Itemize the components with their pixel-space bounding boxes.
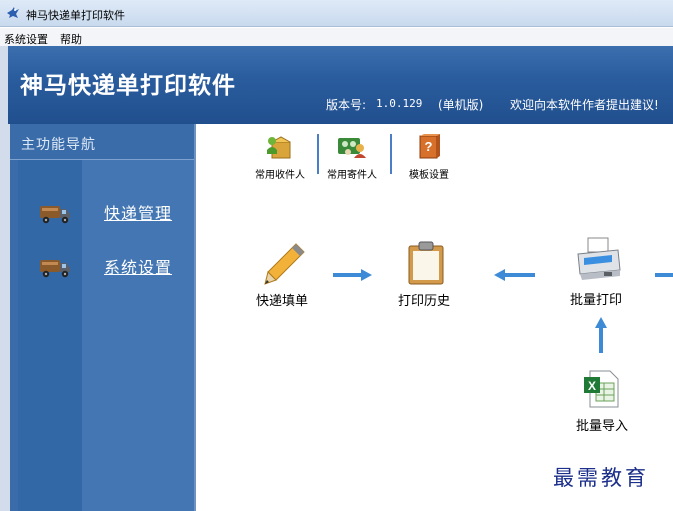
app-bird-icon (7, 7, 19, 18)
printer-icon (577, 237, 621, 280)
flow-batch-print-button[interactable]: 批量打印 (562, 236, 642, 310)
truck-icon (40, 260, 70, 278)
flow-label: 批量打印 (570, 293, 623, 308)
watermark: 最需教育 (553, 466, 649, 490)
feedback-link[interactable]: 欢迎向本软件作者提出建议! (510, 96, 659, 113)
toolbar-divider (317, 134, 319, 174)
main-content: 常用收件人 常用寄件人 ? 模板设置 快递填单 打印历史 批量打印 X 批量导入 (196, 124, 673, 511)
svg-text:X: X (588, 379, 596, 393)
sidebar-item-system-settings[interactable]: 系统设置 (10, 246, 194, 286)
arrow-left-icon (494, 269, 535, 281)
toolbar-senders-button[interactable]: 常用寄件人 (320, 132, 384, 184)
toolbar-label: 常用收件人 (255, 170, 305, 181)
app-title: 神马快递单打印软件 (20, 72, 236, 99)
flow-label: 批量导入 (576, 419, 629, 434)
frame-left-border (0, 124, 10, 511)
excel-icon: X (584, 370, 619, 408)
flow-label: 打印历史 (398, 294, 451, 309)
flow-fill-form-button[interactable]: 快递填单 (248, 240, 328, 310)
edition-label: (单机版) (438, 98, 484, 112)
svg-text:?: ? (425, 139, 433, 154)
sender-icon (338, 138, 366, 158)
flow-batch-import-button[interactable]: X 批量导入 (570, 369, 650, 435)
menu-bar: 系统设置 帮助 (0, 28, 673, 47)
toolbar-recipients-button[interactable]: 常用收件人 (248, 132, 312, 184)
toolbar-label: 常用寄件人 (327, 170, 377, 181)
toolbar-label: 模板设置 (409, 170, 449, 181)
toolbar-template-settings-button[interactable]: ? 模板设置 (397, 132, 461, 184)
sidebar-item-label[interactable]: 快递管理 (104, 200, 172, 224)
version-label: 版本号: (326, 98, 367, 112)
menu-item-help[interactable]: 帮助 (60, 31, 82, 47)
pencil-icon (264, 243, 305, 285)
sidebar-item-express-management[interactable]: 快递管理 (10, 192, 194, 232)
flow-print-history-button[interactable]: 打印历史 (392, 240, 472, 310)
truck-icon (40, 206, 70, 224)
clipboard-icon (408, 241, 444, 285)
template-icon: ? (419, 134, 440, 159)
flow-label: 快递填单 (256, 294, 309, 309)
arrow-up-icon (595, 317, 607, 353)
recipient-icon (267, 136, 291, 159)
header-banner: 神马快递单打印软件 版本号: 1.0.129 (单机版) 欢迎向本软件作者提出建… (0, 46, 673, 124)
sidebar-item-label[interactable]: 系统设置 (104, 254, 172, 278)
sidebar-title: 主功能导航 (21, 137, 96, 153)
arrow-right-partial-icon (655, 273, 673, 277)
window-titlebar: 神马快递单打印软件 (0, 0, 673, 27)
arrow-right-icon (333, 269, 372, 281)
window-title: 神马快递单打印软件 (26, 9, 125, 22)
toolbar-divider (390, 134, 392, 174)
sidebar-nav: 主功能导航 快递管理 系统设置 (10, 124, 196, 511)
menu-item-system-settings[interactable]: 系统设置 (4, 31, 48, 47)
version-value: 1.0.129 (376, 97, 423, 110)
